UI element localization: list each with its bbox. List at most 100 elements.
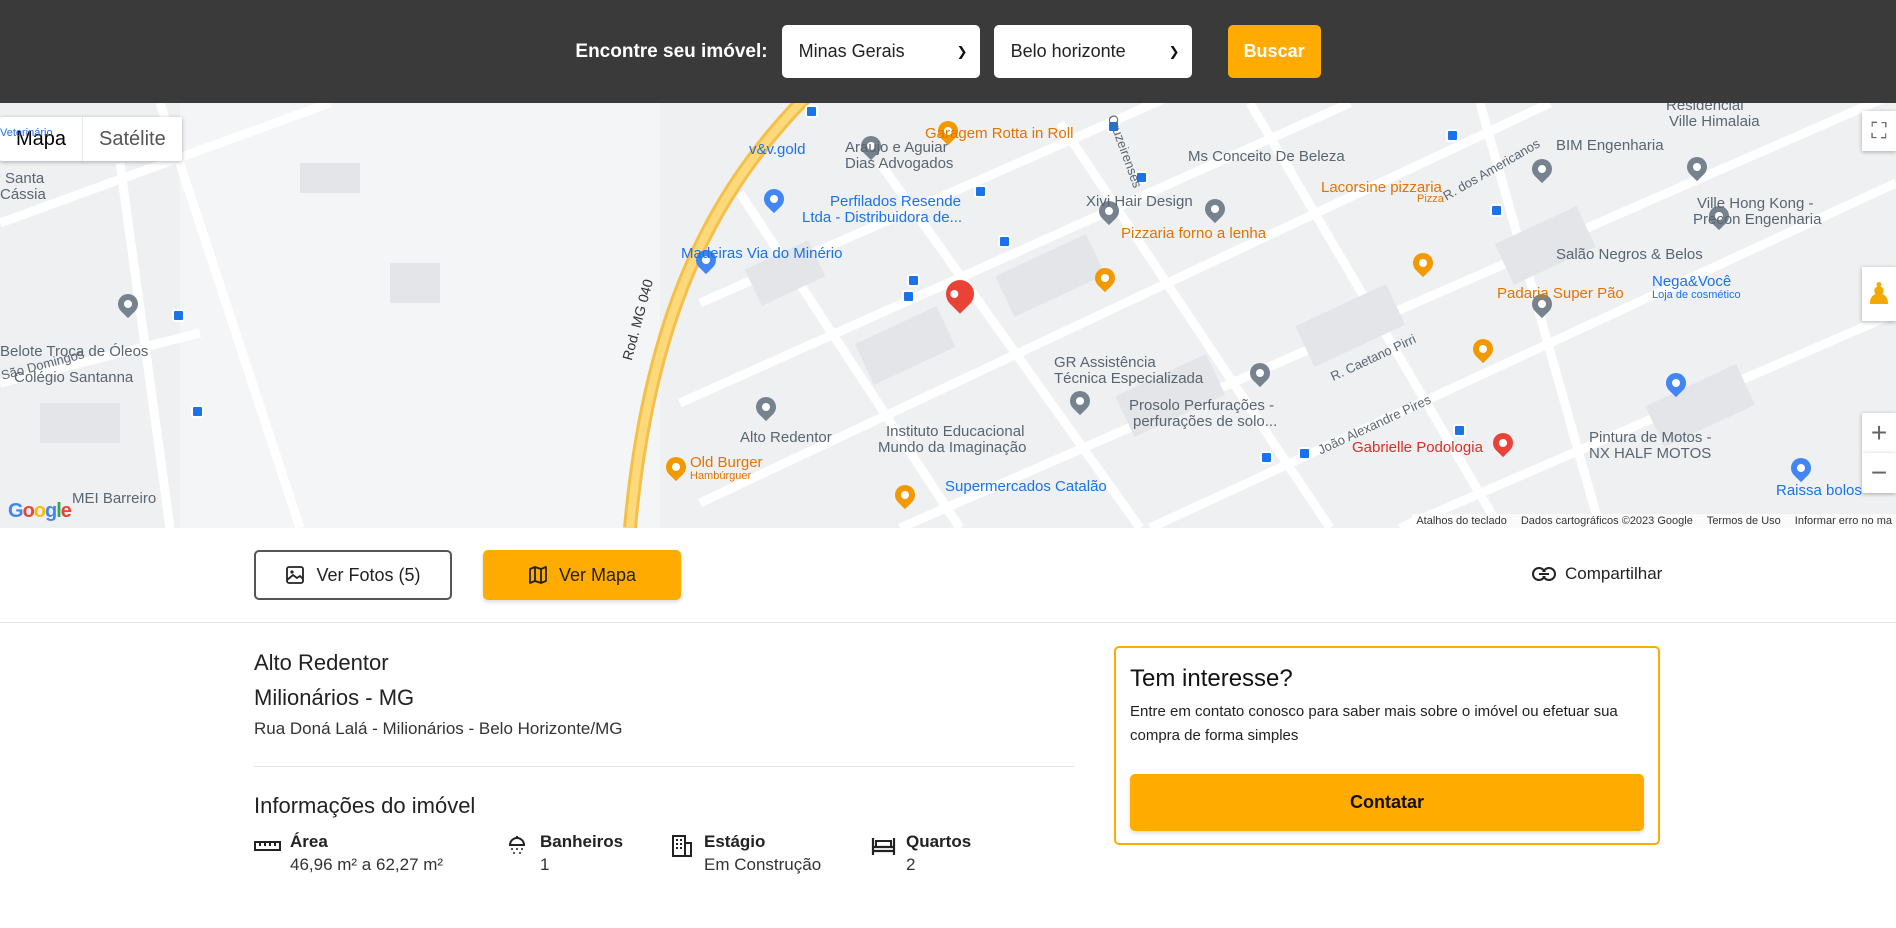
map-label: Old Burger (690, 454, 763, 471)
map-label: Xivi Hair Design (1086, 193, 1193, 210)
contact-button[interactable]: Contatar (1130, 774, 1644, 831)
feature-bathrooms: Banheiros 1 (504, 831, 623, 877)
bus-stop-icon (1490, 204, 1503, 217)
share-label: Compartilhar (1565, 564, 1663, 583)
map-label: Veterinário (0, 127, 53, 139)
state-select-value: Minas Gerais (798, 41, 905, 61)
bus-stop-icon (1446, 129, 1459, 142)
section-title: Informações do imóvel (254, 793, 476, 818)
terms-link[interactable]: Termos de Uso (1707, 515, 1781, 527)
state-select[interactable]: Minas Gerais ❯ (781, 25, 980, 78)
contact-card-title: Tem interesse? (1130, 665, 1293, 692)
chevron-down-icon: ❯ (1168, 43, 1180, 59)
bus-stop-icon (1298, 447, 1311, 460)
map-icon (529, 566, 547, 584)
bus-stop-icon (172, 309, 185, 322)
map-label: NX HALF MOTOS (1589, 445, 1712, 462)
map-type-satellite[interactable]: Satélite (82, 117, 182, 161)
link-icon (1532, 567, 1556, 581)
map-label: Ville Himalaia (1669, 113, 1760, 130)
map-label: GR Assistência (1054, 354, 1156, 371)
map-label: Ville Hong Kong - (1697, 195, 1814, 212)
map-label: Ltda - Distribuidora de... (802, 209, 963, 226)
map-label: perfurações de solo... (1133, 413, 1278, 430)
feature-value: Em Construção (704, 855, 822, 874)
map-label: BIM Engenharia (1556, 137, 1664, 154)
contact-card: Tem interesse? Entre em contato conosco … (1114, 646, 1660, 845)
map-label: Técnica Especializada (1054, 370, 1204, 387)
map-label: Ms Conceito De Beleza (1188, 148, 1345, 165)
report-error-link[interactable]: Informar erro no ma (1795, 515, 1892, 527)
fullscreen-button[interactable]: ⛶ (1862, 111, 1896, 151)
map-label: Alto Redentor (740, 429, 832, 446)
bus-stop-icon (998, 235, 1011, 248)
search-header: Encontre seu imóvel: Minas Gerais ❯ Belo… (0, 0, 1896, 103)
map-label: Cássia (0, 186, 46, 203)
feature-area: Área 46,96 m² a 62,27 m² (254, 831, 443, 877)
city-select[interactable]: Belo horizonte ❯ (993, 25, 1192, 78)
property-features: Área 46,96 m² a 62,27 m² Banheiros 1 Estág… (254, 831, 1074, 891)
search-label: Encontre seu imóvel: (575, 40, 768, 62)
map-label: Mundo da Imaginação (878, 439, 1027, 456)
bus-stop-icon (191, 405, 204, 418)
bus-stop-icon (907, 274, 920, 287)
map-label: Nega&Você (1652, 273, 1732, 290)
view-map-label: Ver Mapa (558, 564, 637, 585)
property-info: Alto Redentor Milionários - MG Rua Doná … (254, 645, 1074, 891)
map-label: Hambúrguer (690, 470, 752, 482)
bus-stop-icon (974, 185, 987, 198)
google-logo: Google (8, 500, 72, 522)
map-label: Perfilados Resende (830, 193, 961, 210)
feature-value: 2 (906, 855, 916, 874)
map-label: Prosolo Perfurações - (1129, 397, 1275, 414)
bus-stop-icon (805, 105, 818, 118)
ruler-icon (254, 841, 281, 851)
street-view-pegman-icon[interactable]: ♟ (1862, 267, 1896, 321)
property-map[interactable]: Mapa Satélite ⛶ ♟ + − Garagem Rotta in R… (0, 103, 1896, 528)
map-label: Padaria Super Pão (1497, 285, 1624, 302)
action-bar: Ver Fotos (5) Ver Mapa Compartilhar (0, 528, 1896, 623)
map-label: Pintura de Motos - (1589, 429, 1712, 446)
image-icon (286, 566, 305, 584)
view-photos-button[interactable]: Ver Fotos (5) (254, 550, 452, 600)
shower-icon (508, 836, 526, 854)
property-title: Alto Redentor (254, 650, 389, 675)
feature-label: Área (290, 832, 328, 851)
contact-card-text: Entre em contato conosco para saber mais… (1130, 703, 1618, 744)
view-map-button[interactable]: Ver Mapa (483, 550, 681, 600)
city-select-value: Belo horizonte (1010, 41, 1126, 61)
map-label: Instituto Educacional (886, 423, 1025, 440)
zoom-out-button[interactable]: − (1862, 453, 1896, 493)
map-label: Pizzaria forno a lenha (1121, 225, 1267, 242)
divider (254, 766, 1074, 767)
map-label: Dias Advogados (845, 155, 954, 172)
bus-stop-icon (1453, 424, 1466, 437)
map-label: Araujo e Aguiar (845, 139, 948, 156)
map-label: MEI Barreiro (72, 490, 157, 507)
keyboard-shortcuts-link[interactable]: Atalhos do teclado (1416, 515, 1507, 527)
map-attribution: Atalhos do teclado Dados cartográficos ©… (1412, 514, 1896, 528)
map-label: Supermercados Catalão (945, 478, 1107, 495)
map-label: Raissa bolos (1776, 482, 1862, 499)
share-button[interactable]: Compartilhar (1532, 564, 1662, 584)
map-label: Precon Engenharia (1693, 211, 1822, 228)
property-address: Rua Doná Lalá - Milionários - Belo Horiz… (254, 719, 623, 738)
feature-bedrooms: Quartos 2 (870, 831, 971, 877)
search-button[interactable]: Buscar (1227, 25, 1321, 78)
map-label: Salão Negros & Belos (1556, 246, 1703, 263)
feature-value: 46,96 m² a 62,27 m² (290, 855, 444, 874)
map-label: Gabrielle Podologia (1352, 439, 1483, 456)
building-icon (672, 835, 692, 857)
zoom-in-button[interactable]: + (1862, 413, 1896, 453)
map-data-credit: Dados cartográficos ©2023 Google (1520, 515, 1693, 527)
bus-stop-icon (902, 290, 915, 303)
feature-value: 1 (540, 855, 550, 874)
map-label: Santa (5, 170, 45, 187)
map-label: v&v.gold (749, 141, 806, 158)
feature-label: Quartos (906, 832, 972, 851)
feature-label: Estágio (704, 832, 766, 851)
map-label: Loja de cosmético (1652, 289, 1741, 301)
feature-label: Banheiros (540, 832, 624, 851)
chevron-down-icon: ❯ (956, 43, 968, 59)
map-label: Madeiras Via do Minério (681, 245, 843, 262)
